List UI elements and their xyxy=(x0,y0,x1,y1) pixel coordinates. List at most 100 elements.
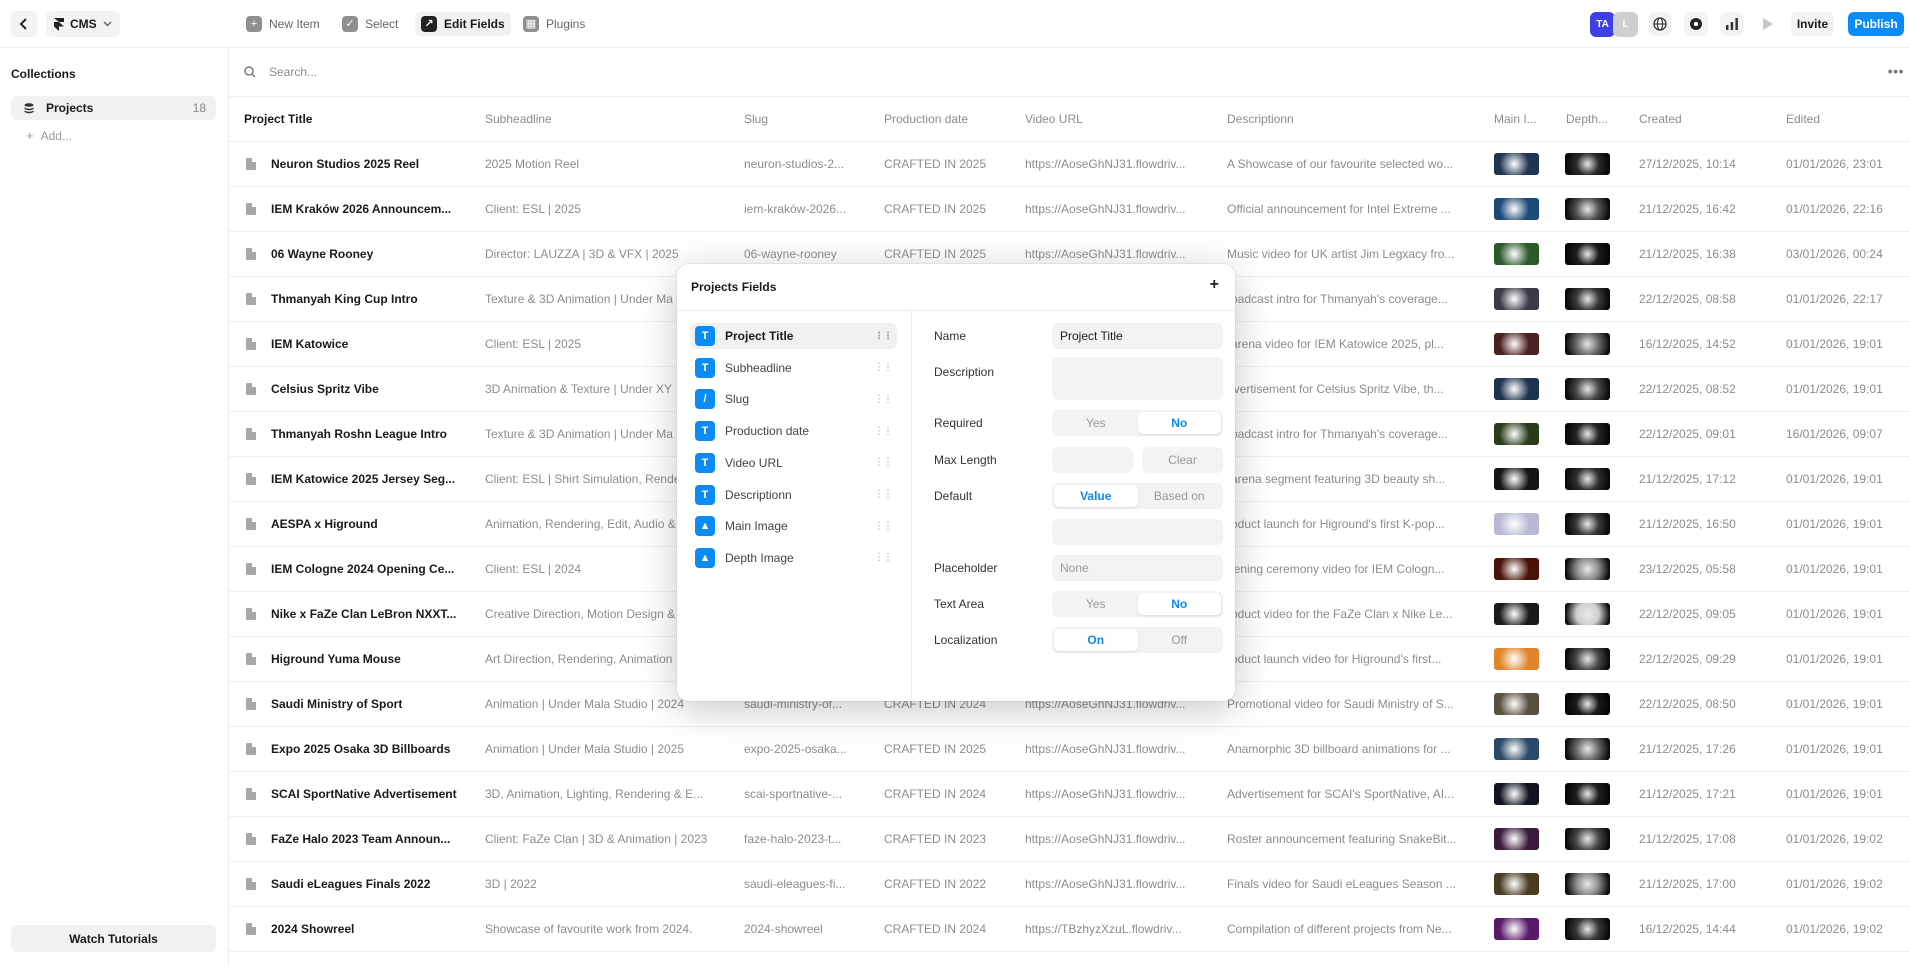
text-area-yes-option[interactable]: Yes xyxy=(1054,593,1138,615)
cell-title: Expo 2025 Osaka 3D Billboards xyxy=(271,742,451,756)
column-header[interactable]: Main I... xyxy=(1494,112,1537,126)
avatar[interactable]: L xyxy=(1613,12,1638,37)
watch-tutorials-button[interactable]: Watch Tutorials xyxy=(11,925,216,952)
column-header[interactable]: Slug xyxy=(744,112,768,126)
field-item-label: Descriptionn xyxy=(725,487,792,502)
collections-sidebar: Collections Projects 18 + Add... Watch T… xyxy=(0,48,229,965)
localization-on-option[interactable]: On xyxy=(1054,629,1138,651)
table-row[interactable]: FaZe Halo 2023 Team Announ... Client: FaZ… xyxy=(229,817,1910,862)
drag-handle-icon[interactable]: ⋮⋮ xyxy=(874,331,893,342)
column-header[interactable]: Production date xyxy=(884,112,968,126)
analytics-button[interactable] xyxy=(1720,12,1744,36)
invite-button[interactable]: Invite xyxy=(1791,12,1834,36)
more-options-icon[interactable]: ••• xyxy=(1888,63,1904,79)
main-image-thumbnail xyxy=(1494,783,1539,805)
checkbox-icon: ✓ xyxy=(342,16,358,32)
field-item[interactable]: ▲ Depth Image ⋮⋮ xyxy=(690,545,897,571)
cell-created: 23/12/2025, 05:58 xyxy=(1639,562,1736,576)
preview-button[interactable] xyxy=(1756,12,1780,36)
cell-title: Nike x FaZe Clan LeBron NXXT... xyxy=(271,607,457,621)
localization-off-option[interactable]: Off xyxy=(1138,629,1222,651)
default-value-input[interactable] xyxy=(1052,519,1223,545)
panel-title: Projects Fields xyxy=(691,280,777,294)
cell-created: 27/12/2025, 10:14 xyxy=(1639,157,1736,171)
publish-button[interactable]: Publish xyxy=(1848,12,1904,36)
cell-created: 21/12/2025, 17:26 xyxy=(1639,742,1736,756)
cell-sub: Art Direction, Rendering, Animation xyxy=(485,652,673,666)
cell-slug: 2024-showreel xyxy=(744,922,823,936)
cell-url: https://AoseGhNJ31.flowdriv... xyxy=(1025,877,1186,891)
settings-button[interactable] xyxy=(1684,12,1708,36)
text-area-no-option[interactable]: No xyxy=(1137,593,1221,615)
field-item[interactable]: T Descriptionn ⋮⋮ xyxy=(690,482,897,508)
required-no-option[interactable]: No xyxy=(1137,412,1221,434)
default-based-on-option[interactable]: Based on xyxy=(1138,485,1222,507)
document-icon xyxy=(246,878,256,890)
cell-edited: 01/01/2026, 19:01 xyxy=(1786,697,1883,711)
plugins-button[interactable]: ▦ Plugins xyxy=(517,12,591,36)
column-header[interactable]: Depth... xyxy=(1566,112,1608,126)
field-item[interactable]: T Project Title ⋮⋮ xyxy=(690,323,897,349)
name-input[interactable] xyxy=(1052,323,1223,349)
cell-created: 22/12/2025, 08:52 xyxy=(1639,382,1736,396)
back-button[interactable] xyxy=(11,11,37,37)
clear-max-length-button[interactable]: Clear xyxy=(1142,447,1223,473)
cell-date: CRAFTED IN 2025 xyxy=(884,202,987,216)
search-input[interactable] xyxy=(269,62,869,82)
default-value-option[interactable]: Value xyxy=(1054,485,1138,507)
column-header[interactable]: Edited xyxy=(1786,112,1820,126)
table-row[interactable]: Neuron Studios 2025 Reel 2025 Motion Reel… xyxy=(229,142,1910,187)
table-row[interactable]: 2024 Showreel Showcase of favourite work … xyxy=(229,907,1910,952)
field-item[interactable]: / Slug ⋮⋮ xyxy=(690,386,897,412)
globe-icon xyxy=(1653,17,1667,31)
cell-edited: 01/01/2026, 22:17 xyxy=(1786,292,1883,306)
cell-slug: saudi-eleagues-fi... xyxy=(744,877,846,891)
cell-desc: Music video for UK artist Jim Legxacy fr… xyxy=(1227,247,1455,261)
table-row[interactable]: Expo 2025 Osaka 3D Billboards Animation |… xyxy=(229,727,1910,772)
description-textarea[interactable] xyxy=(1052,357,1223,400)
document-icon xyxy=(246,293,256,305)
main-image-thumbnail xyxy=(1494,603,1539,625)
field-item[interactable]: T Production date ⋮⋮ xyxy=(690,418,897,444)
column-header[interactable]: Created xyxy=(1639,112,1682,126)
add-collection-button[interactable]: + Add... xyxy=(26,128,72,143)
field-item[interactable]: T Subheadline ⋮⋮ xyxy=(690,355,897,381)
drag-handle-icon[interactable]: ⋮⋮ xyxy=(874,426,893,437)
avatar[interactable]: TA xyxy=(1590,12,1615,37)
drag-handle-icon[interactable]: ⋮⋮ xyxy=(874,362,893,373)
placeholder-input[interactable] xyxy=(1052,555,1223,581)
cms-menu-button[interactable]: CMS xyxy=(46,11,120,37)
table-row[interactable]: IEM Kraków 2026 Announcem... Client: ESL … xyxy=(229,187,1910,232)
drag-handle-icon[interactable]: ⋮⋮ xyxy=(874,489,893,500)
table-row[interactable]: SCAI SportNative Advertisement 3D, Animat… xyxy=(229,772,1910,817)
globe-button[interactable] xyxy=(1648,12,1672,36)
column-header[interactable]: Project Title xyxy=(244,112,312,126)
edit-fields-button[interactable]: ↗ Edit Fields xyxy=(415,12,511,36)
cell-url: https://AoseGhNJ31.flowdriv... xyxy=(1025,787,1186,801)
add-field-button[interactable]: + xyxy=(1210,276,1219,294)
select-label: Select xyxy=(365,17,399,31)
field-item[interactable]: ▲ Main Image ⋮⋮ xyxy=(690,513,897,539)
drag-handle-icon[interactable]: ⋮⋮ xyxy=(874,394,893,405)
table-row[interactable]: Saudi eLeagues Finals 2022 3D | 2022 saudi… xyxy=(229,862,1910,907)
select-button[interactable]: ✓ Select xyxy=(336,12,404,36)
field-item[interactable]: T Video URL ⋮⋮ xyxy=(690,450,897,476)
cell-sub: Client: FaZe Clan | 3D & Animation | 202… xyxy=(485,832,708,846)
new-item-button[interactable]: + New Item xyxy=(240,12,326,36)
drag-handle-icon[interactable]: ⋮⋮ xyxy=(874,552,893,563)
required-yes-option[interactable]: Yes xyxy=(1054,412,1138,434)
sidebar-item-projects[interactable]: Projects 18 xyxy=(11,96,216,120)
drag-handle-icon[interactable]: ⋮⋮ xyxy=(874,457,893,468)
column-header[interactable]: Subheadline xyxy=(485,112,552,126)
max-length-input[interactable] xyxy=(1052,447,1133,473)
field-item-label: Subheadline xyxy=(725,360,792,375)
column-header[interactable]: Descriptionn xyxy=(1227,112,1294,126)
cell-edited: 01/01/2026, 19:01 xyxy=(1786,382,1883,396)
column-header[interactable]: Video URL xyxy=(1025,112,1083,126)
chevron-left-icon xyxy=(19,18,27,30)
main-image-thumbnail xyxy=(1494,558,1539,580)
drag-handle-icon[interactable]: ⋮⋮ xyxy=(874,521,893,532)
cell-edited: 01/01/2026, 19:01 xyxy=(1786,652,1883,666)
document-icon xyxy=(246,158,256,170)
depth-image-thumbnail xyxy=(1565,468,1610,490)
